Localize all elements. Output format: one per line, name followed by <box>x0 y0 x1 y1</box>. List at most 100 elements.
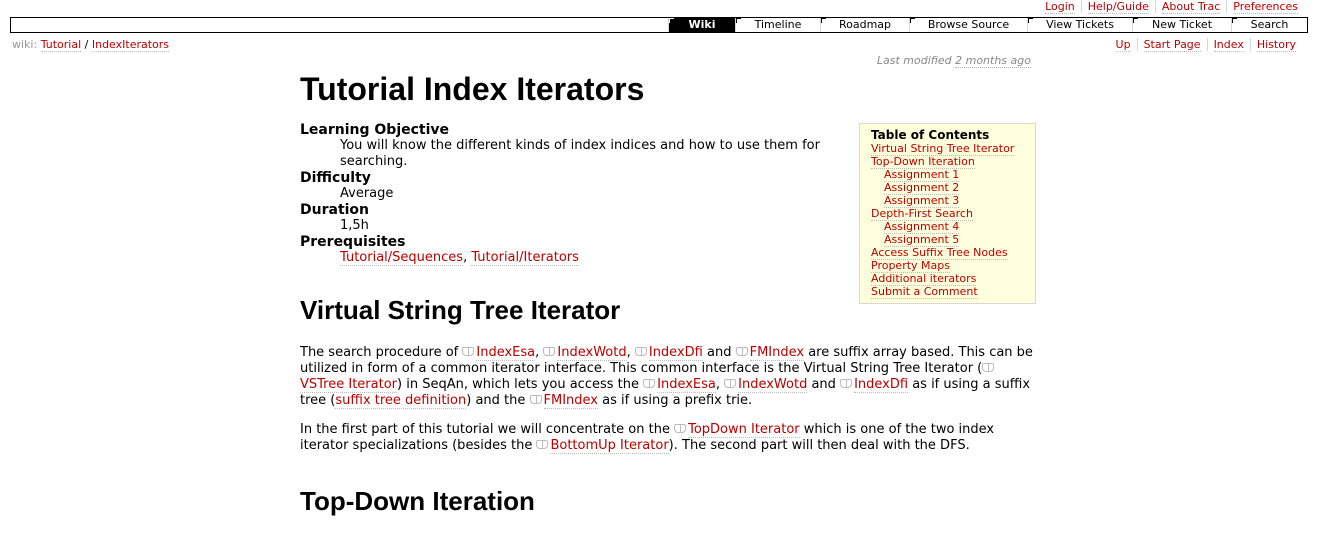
breadcrumb-tutorial-link[interactable]: Tutorial <box>40 38 82 52</box>
toc-item-label: Property Maps <box>871 259 950 273</box>
link-fmindex[interactable]: FMIndex <box>543 393 598 409</box>
toc-item-label: Virtual String Tree Iterator <box>871 142 1015 156</box>
book-icon <box>543 347 556 356</box>
main-nav: Wiki Timeline Roadmap Browse Source View Tic… <box>10 17 1308 33</box>
book-icon <box>529 395 542 404</box>
toc-item-depth-first-search[interactable]: Depth-First Search <box>871 207 1024 221</box>
difficulty-text: Average <box>340 186 394 201</box>
toc-item-submit-a-comment[interactable]: Submit a Comment <box>871 285 1024 299</box>
page-title: Tutorial Index Iterators <box>300 71 645 107</box>
toc-item-property-maps[interactable]: Property Maps <box>871 259 1024 273</box>
text-run: ) in SeqAn, which lets you access the <box>397 377 644 392</box>
tab-wiki[interactable]: Wiki <box>668 18 735 32</box>
book-icon <box>840 379 853 388</box>
book-icon <box>674 424 687 433</box>
tab-timeline[interactable]: Timeline <box>735 18 820 32</box>
book-icon <box>462 347 475 356</box>
objective-text: You will know the different kinds of ind… <box>340 138 820 169</box>
text-run: The search procedure of <box>300 345 463 360</box>
book-icon <box>536 440 549 449</box>
ctxtnav-index-link[interactable]: Index <box>1213 38 1244 52</box>
breadcrumb-indexiterators-link[interactable]: IndexIterators <box>91 38 170 52</box>
text-run: as if using a prefix trie. <box>598 393 753 408</box>
toc-item-virtual-string-tree-iterator[interactable]: Virtual String Tree Iterator <box>871 142 1024 156</box>
prerequisites-links: Tutorial/Sequences, Tutorial/Iterators <box>340 250 860 266</box>
metanav-about-trac-link[interactable]: About Trac <box>1161 0 1221 14</box>
metanav-item: Help/Guide <box>1080 0 1155 14</box>
table-of-contents: Table of Contents Virtual String Tree It… <box>859 123 1036 304</box>
tab-browse-source[interactable]: Browse Source <box>909 18 1027 32</box>
toc-item-assignment-5[interactable]: Assignment 5 <box>871 233 1024 247</box>
link-indexdfi[interactable]: IndexDfi <box>648 345 703 361</box>
tab-new-ticket[interactable]: New Ticket <box>1132 18 1231 32</box>
text-run: and <box>807 377 841 392</box>
toc-item-top-down-iteration[interactable]: Top-Down Iteration <box>871 155 1024 169</box>
breadcrumb-prefix: wiki: <box>12 38 38 51</box>
link-indexesa[interactable]: IndexEsa <box>657 377 716 393</box>
toc-item-label: Submit a Comment <box>871 285 978 299</box>
toc-item-assignment-2[interactable]: Assignment 2 <box>871 181 1024 195</box>
link-fmindex[interactable]: FMIndex <box>749 345 805 361</box>
book-icon <box>634 347 647 356</box>
breadcrumb: wiki: Tutorial / IndexIterators <box>12 38 170 52</box>
toc-item-assignment-3[interactable]: Assignment 3 <box>871 194 1024 208</box>
toc-title: Table of Contents <box>871 128 990 142</box>
tab-search[interactable]: Search <box>1231 18 1307 32</box>
toc-item-additional-iterators[interactable]: Additional iterators <box>871 272 1024 286</box>
toc-item-label: Access Suffix Tree Nodes <box>871 246 1008 260</box>
text-run: , <box>535 345 544 360</box>
metanav-item: About Trac <box>1154 0 1227 14</box>
section-heading-topdown: Top-Down Iteration <box>300 486 535 516</box>
link-indexwotd[interactable]: IndexWotd <box>738 377 808 393</box>
text-run: ). The second part will then deal with t… <box>668 438 970 453</box>
book-icon <box>735 347 748 356</box>
context-nav: Up Start Page Index History <box>1110 38 1302 52</box>
tab-view-tickets[interactable]: View Tickets <box>1027 18 1132 32</box>
toc-item-label: Assignment 1 <box>884 168 960 182</box>
toc-item-label: Assignment 4 <box>884 220 960 234</box>
breadcrumb-separator: / <box>84 38 89 51</box>
ctxtnav-item: Index <box>1206 38 1250 52</box>
toc-item-assignment-1[interactable]: Assignment 1 <box>871 168 1024 182</box>
link-bottomup-iterator[interactable]: BottomUp Iterator <box>550 438 669 454</box>
toc-item-access-suffix-tree-nodes[interactable]: Access Suffix Tree Nodes <box>871 246 1024 260</box>
prereq-iterators-link[interactable]: Tutorial/Iterators <box>471 250 579 266</box>
book-icon <box>724 379 737 388</box>
toc-item-label: Depth-First Search <box>871 207 973 221</box>
ctxtnav-item: Up <box>1110 38 1137 52</box>
ctxtnav-history-link[interactable]: History <box>1256 38 1296 52</box>
link-indexesa[interactable]: IndexEsa <box>476 345 536 361</box>
ctxtnav-item: History <box>1249 38 1302 52</box>
link-suffix-tree-definition[interactable]: suffix tree definition <box>335 393 467 409</box>
paragraph-tutorial-plan: In the first part of this tutorial we wi… <box>300 422 1036 454</box>
metanav-item: Login <box>1039 0 1081 14</box>
toc-item-label: Assignment 2 <box>884 181 960 195</box>
toc-item-label: Additional iterators <box>871 272 977 286</box>
paragraph-vstree-intro: The search procedure of IndexEsa, IndexW… <box>300 345 1036 409</box>
ctxtnav-start-page-link[interactable]: Start Page <box>1143 38 1201 52</box>
metanav-preferences-link[interactable]: Preferences <box>1233 0 1298 14</box>
prereq-sequences-link[interactable]: Tutorial/Sequences <box>340 250 464 266</box>
link-indexdfi[interactable]: IndexDfi <box>854 377 909 393</box>
text-run: ) and the <box>466 393 530 408</box>
text-run: , <box>626 345 635 360</box>
ctxtnav-item: Start Page <box>1136 38 1207 52</box>
book-icon <box>982 363 995 372</box>
tab-roadmap[interactable]: Roadmap <box>820 18 909 32</box>
ctxtnav-up-link[interactable]: Up <box>1115 38 1131 52</box>
link-topdown-iterator[interactable]: TopDown Iterator <box>688 422 800 438</box>
meta-nav: Login Help/Guide About Trac Preferences <box>1039 0 1304 14</box>
toc-item-label: Assignment 5 <box>884 233 960 247</box>
toc-item-label: Top-Down Iteration <box>871 155 975 169</box>
link-vstree-iterator[interactable]: VSTree Iterator <box>300 377 397 393</box>
text-run: , <box>715 377 725 392</box>
metanav-help-guide-link[interactable]: Help/Guide <box>1087 0 1149 14</box>
toc-item-label: Assignment 3 <box>884 194 960 208</box>
text-run: and <box>702 345 736 360</box>
metanav-login-link[interactable]: Login <box>1045 0 1075 14</box>
toc-item-assignment-4[interactable]: Assignment 4 <box>871 220 1024 234</box>
book-icon <box>643 379 656 388</box>
text-run: In the first part of this tutorial we wi… <box>300 422 675 437</box>
link-indexwotd[interactable]: IndexWotd <box>557 345 627 361</box>
metanav-item: Preferences <box>1226 0 1304 14</box>
